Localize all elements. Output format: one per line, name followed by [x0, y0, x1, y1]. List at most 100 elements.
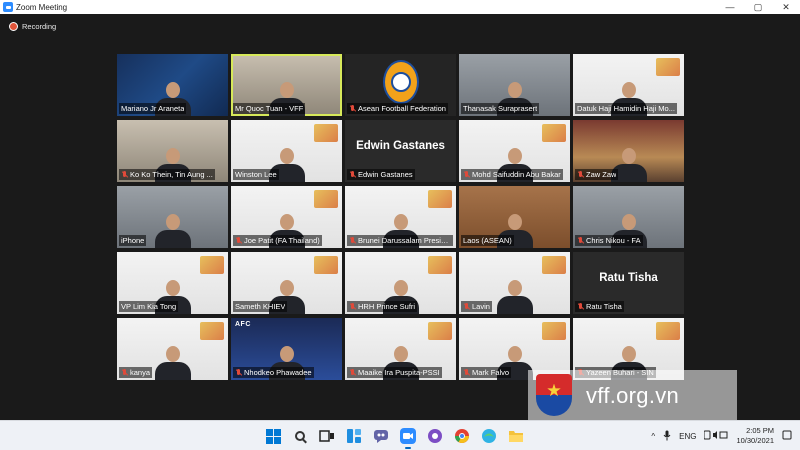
participant-tile[interactable]: Ratu Tisha Ratu Tisha: [573, 252, 684, 314]
minimize-button[interactable]: —: [716, 0, 744, 14]
virtual-background-graphic: [314, 124, 338, 142]
start-icon[interactable]: [264, 427, 282, 445]
tray-chevron-icon[interactable]: ^: [651, 432, 655, 441]
participant-name: Laos (ASEAN): [463, 236, 512, 245]
participant-tile[interactable]: Thanasak Suraprasert: [459, 54, 570, 116]
virtual-background-graphic: [314, 256, 338, 274]
participant-tile[interactable]: Edwin Gastanes Edwin Gastanes: [345, 120, 456, 182]
participant-name: Chris Nikou - FA: [586, 236, 641, 245]
participant-tile[interactable]: Winston Lee: [231, 120, 342, 182]
virtual-background-graphic: [542, 124, 566, 142]
watermark-text: vff.org.vn: [586, 382, 680, 408]
participant-tile[interactable]: Sameth KHIEV: [231, 252, 342, 314]
task-view-icon[interactable]: [318, 427, 336, 445]
afc-logo-icon: AFC: [235, 321, 251, 328]
virtual-background-graphic: [656, 58, 680, 76]
volume-icon[interactable]: [703, 430, 728, 442]
participant-tile[interactable]: Brunei Darussalam Presid...: [345, 186, 456, 248]
teams-chat-icon[interactable]: [372, 427, 390, 445]
participant-name-tag: kanya: [119, 367, 153, 378]
recording-dot-icon: [9, 22, 18, 31]
notifications-icon[interactable]: [782, 430, 792, 442]
participant-tile[interactable]: AFC Nhodkeo Phawadee: [231, 318, 342, 380]
participant-tile[interactable]: Maaike Ira Puspita-PSSI: [345, 318, 456, 380]
participant-tile[interactable]: Mohd Saifuddin Abu Bakar: [459, 120, 570, 182]
participant-name-tag: Mr Quoc Tuan - VFF: [233, 103, 306, 114]
vff-logo-icon: [532, 372, 576, 420]
chrome-icon[interactable]: [453, 427, 471, 445]
participant-tile[interactable]: Zaw Zaw: [573, 120, 684, 182]
participant-name: Sameth KHIEV: [235, 302, 286, 311]
participant-tile[interactable]: Laos (ASEAN): [459, 186, 570, 248]
participant-name-tag: HRH Prince Sufri: [347, 301, 418, 312]
participant-name: Datuk Haji Hamidin Haji Mo...: [577, 104, 675, 113]
participant-name: Zaw Zaw: [586, 170, 617, 179]
muted-microphone-icon: [577, 236, 584, 245]
participant-name-tag: Mohd Saifuddin Abu Bakar: [461, 169, 563, 180]
federation-logo-icon: [382, 60, 419, 104]
close-button[interactable]: ✕: [772, 0, 800, 14]
muted-microphone-icon: [235, 236, 242, 245]
window-controls: — ▢ ✕: [716, 0, 800, 14]
participant-name-tag: Thanasak Suraprasert: [461, 103, 540, 114]
participant-name: Nhodkeo Phawadee: [244, 368, 312, 377]
participant-name-tag: Ko Ko Thein, Tin Aung ...: [119, 169, 215, 180]
participant-tile[interactable]: Chris Nikou - FA: [573, 186, 684, 248]
participant-name-tag: Edwin Gastanes: [347, 169, 415, 180]
meeting-area: Recording Mariano Jr Araneta Mr Quoc Tuan…: [0, 14, 800, 421]
participant-tile[interactable]: Mr Quoc Tuan - VFF: [231, 54, 342, 116]
maximize-button[interactable]: ▢: [744, 0, 772, 14]
participant-name: VP Lim Kia Tong: [121, 302, 177, 311]
participant-name: Mark Falvo: [472, 368, 510, 377]
participant-name: Mr Quoc Tuan - VFF: [235, 104, 304, 113]
muted-microphone-icon: [349, 302, 356, 311]
camera-icon[interactable]: [426, 427, 444, 445]
virtual-background-graphic: [542, 322, 566, 340]
microphone-icon[interactable]: [663, 430, 671, 443]
participant-tile[interactable]: Joe Patit (FA Thailand): [231, 186, 342, 248]
participant-tile[interactable]: Mariano Jr Araneta: [117, 54, 228, 116]
virtual-background-graphic: [428, 322, 452, 340]
participant-name-tag: iPhone: [119, 235, 147, 246]
clock[interactable]: 2:05 PM 10/30/2021: [736, 426, 774, 446]
file-explorer-icon[interactable]: [507, 427, 525, 445]
muted-microphone-icon: [349, 368, 356, 377]
recording-indicator[interactable]: Recording: [9, 22, 56, 31]
participant-name-tag: Winston Lee: [233, 169, 279, 180]
participant-name-tag: Sameth KHIEV: [233, 301, 288, 312]
participant-name-tag: Asean Football Federation: [347, 103, 448, 114]
zoom-app-icon: [3, 2, 13, 12]
participant-name-tag: Joe Patit (FA Thailand): [233, 235, 322, 246]
participant-name: kanya: [130, 368, 151, 377]
language-indicator[interactable]: ENG: [679, 432, 696, 441]
participant-tile[interactable]: iPhone: [117, 186, 228, 248]
search-icon[interactable]: [291, 427, 309, 445]
participant-tile[interactable]: kanya: [117, 318, 228, 380]
participant-tile[interactable]: Datuk Haji Hamidin Haji Mo...: [573, 54, 684, 116]
participant-tile[interactable]: Ko Ko Thein, Tin Aung ...: [117, 120, 228, 182]
participant-name-tag: Zaw Zaw: [575, 169, 619, 180]
participant-display-name: Ratu Tisha: [599, 272, 658, 284]
participant-tile[interactable]: Lavin: [459, 252, 570, 314]
participant-name-tag: Mariano Jr Araneta: [119, 103, 187, 114]
participant-name: Brunei Darussalam Presid...: [357, 236, 451, 245]
participant-tile[interactable]: VP Lim Kia Tong: [117, 252, 228, 314]
participant-video: [153, 342, 193, 380]
participant-tile[interactable]: Asean Football Federation: [345, 54, 456, 116]
browser-icon[interactable]: [480, 427, 498, 445]
recording-label: Recording: [22, 22, 57, 31]
virtual-background-graphic: [656, 322, 680, 340]
participant-name-tag: Nhodkeo Phawadee: [233, 367, 314, 378]
taskbar: ^ ENG 2:05 PM 10/30/2021: [0, 420, 800, 450]
clock-time: 2:05 PM: [746, 426, 774, 435]
participant-name: Joe Patit (FA Thailand): [244, 236, 320, 245]
muted-microphone-icon: [349, 170, 356, 179]
participant-name: Lavin: [472, 302, 490, 311]
zoom-icon[interactable]: [399, 427, 417, 449]
participant-tile[interactable]: HRH Prince Sufri: [345, 252, 456, 314]
virtual-background-graphic: [314, 190, 338, 208]
gallery-grid: Mariano Jr Araneta Mr Quoc Tuan - VFF Asea…: [117, 54, 684, 380]
muted-microphone-icon: [121, 170, 128, 179]
widgets-icon[interactable]: [345, 427, 363, 445]
virtual-background-graphic: [428, 256, 452, 274]
